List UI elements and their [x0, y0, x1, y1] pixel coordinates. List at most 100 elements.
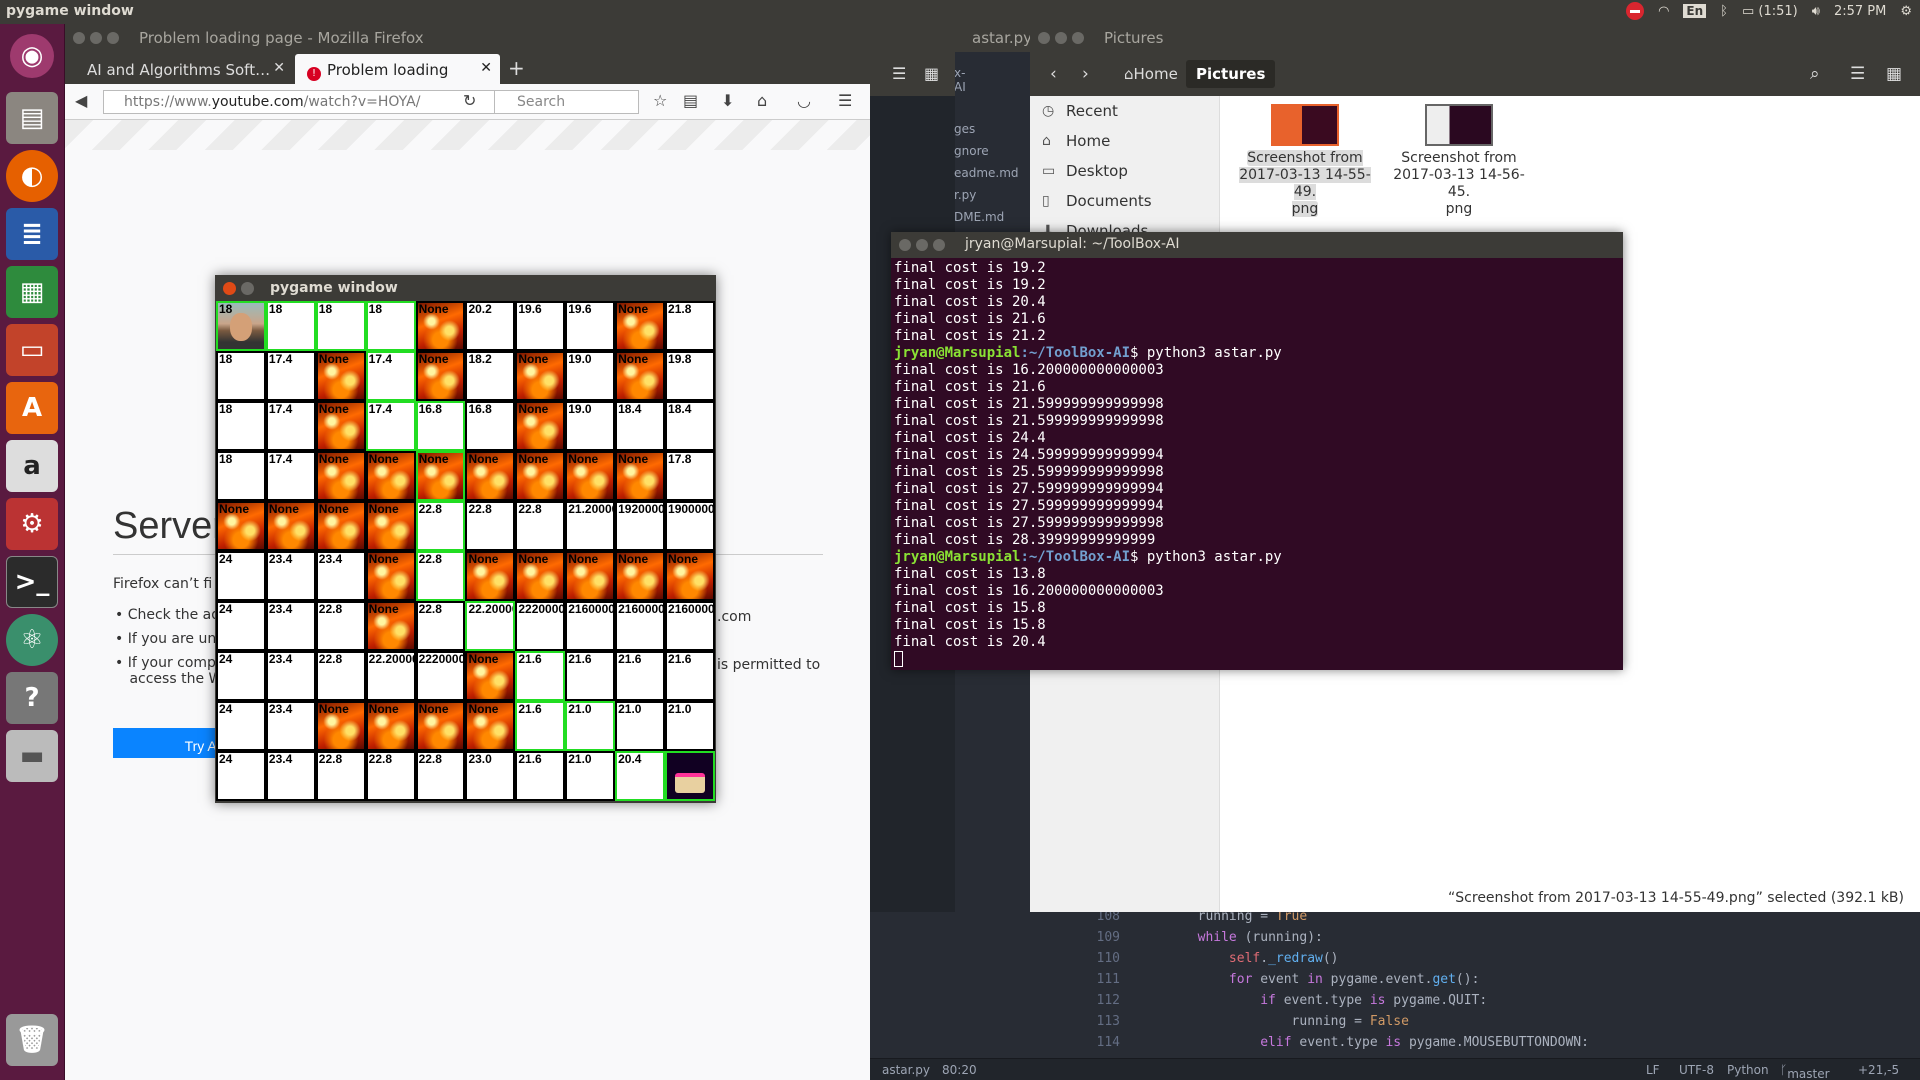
lava-cell[interactable]: None — [465, 551, 516, 601]
lava-cell[interactable]: None — [365, 601, 416, 651]
sidebar-item-home[interactable]: ⌂ Home — [1030, 126, 1219, 156]
grid-cell[interactable]: 17.4 — [365, 401, 416, 451]
grid-cell[interactable]: 21.6 — [615, 651, 666, 701]
tree-item[interactable]: ges — [954, 122, 975, 136]
status-diff[interactable]: +21,-5 — [1858, 1063, 1899, 1077]
lava-cell[interactable]: None — [265, 501, 316, 551]
lava-cell[interactable]: None — [465, 701, 516, 751]
grid-cell[interactable]: 21.0 — [565, 701, 616, 751]
lava-cell[interactable]: None — [615, 351, 666, 401]
grid-cell[interactable]: 23.4 — [265, 701, 316, 751]
url-bar[interactable]: https://www.youtube.com/watch?v=HOYA/ — [103, 90, 503, 114]
close-tab-icon[interactable]: ✕ — [273, 60, 285, 76]
grid-cell[interactable]: 20.4 — [615, 751, 666, 801]
maximize-button[interactable] — [107, 32, 119, 44]
minimize-button[interactable] — [1055, 32, 1067, 44]
grid-cell[interactable]: 22.2000000 — [365, 651, 416, 701]
grid-cell[interactable]: 19.6 — [565, 301, 616, 351]
downloads-icon[interactable]: ⬇ — [721, 91, 734, 110]
grid-cell[interactable]: 24 — [216, 651, 266, 701]
grid-cell[interactable]: 19.0 — [565, 351, 616, 401]
lava-cell[interactable]: None — [515, 451, 566, 501]
status-grammar[interactable]: Python — [1727, 1063, 1769, 1077]
lava-cell[interactable]: None — [615, 301, 666, 351]
grid-cell[interactable]: 17.8 — [665, 451, 715, 501]
grid-cell[interactable]: 2160000000 — [565, 601, 616, 651]
menu-icon[interactable]: ☰ — [838, 91, 852, 110]
forward-chevron-icon[interactable]: › — [1082, 64, 1089, 84]
lava-cell[interactable]: None — [565, 551, 616, 601]
home-icon[interactable]: ⌂ — [757, 91, 767, 110]
grid-cell[interactable]: 21.6 — [565, 651, 616, 701]
lava-cell[interactable]: None — [515, 551, 566, 601]
grid-cell[interactable]: 23.4 — [265, 651, 316, 701]
grid-cell[interactable]: 18 — [216, 401, 266, 451]
grid-cell[interactable]: 22.8 — [415, 601, 466, 651]
grid-cell[interactable]: 22.8 — [315, 601, 366, 651]
minimize-button[interactable] — [90, 32, 102, 44]
settings-gear-icon[interactable]: ⚙ — [1900, 4, 1912, 19]
grid-cell[interactable]: 23.0 — [465, 751, 516, 801]
grid-cell[interactable]: 18.4 — [665, 401, 715, 451]
lava-cell[interactable]: None — [565, 451, 616, 501]
grid-cell[interactable]: 21.8 — [665, 301, 715, 351]
drive-icon[interactable]: ▬ — [6, 730, 58, 782]
list-view-icon[interactable]: ☰ — [1850, 64, 1865, 84]
keyboard-layout-indicator[interactable]: En — [1683, 4, 1707, 18]
lava-cell[interactable]: None — [315, 451, 366, 501]
grid-cell[interactable]: 18 — [265, 301, 316, 351]
grid-view-icon[interactable]: ▦ — [924, 64, 939, 83]
grid-cell[interactable]: 23.4 — [265, 551, 316, 601]
grid-cell[interactable]: 19.6 — [515, 301, 566, 351]
grid-cell[interactable]: 21.6 — [515, 651, 566, 701]
grid-cell[interactable]: 24 — [216, 551, 266, 601]
tree-item[interactable]: DME.md — [954, 210, 1004, 224]
grid-cell[interactable]: 22.8 — [365, 751, 416, 801]
sidebar-item-documents[interactable]: ▯ Documents — [1030, 186, 1219, 216]
lava-cell[interactable]: None — [365, 551, 416, 601]
lava-cell[interactable]: None — [665, 551, 715, 601]
grid-cell[interactable]: 2160000000 — [615, 601, 666, 651]
back-chevron-icon[interactable]: ‹ — [1050, 64, 1057, 84]
lava-cell[interactable]: None — [216, 501, 266, 551]
status-encoding[interactable]: UTF-8 — [1679, 1063, 1714, 1077]
grid-cell[interactable]: 22.8 — [465, 501, 516, 551]
grid-cell[interactable]: 17.4 — [265, 351, 316, 401]
battery-indicator[interactable]: ▭ (1:51) — [1742, 4, 1798, 19]
breadcrumb-pictures[interactable]: Pictures — [1186, 60, 1276, 88]
lava-cell[interactable]: None — [315, 401, 366, 451]
lava-cell[interactable]: None — [415, 701, 466, 751]
grid-cell[interactable]: 20.2 — [465, 301, 516, 351]
grid-cell[interactable]: 2220000000 — [515, 601, 566, 651]
grid-cell[interactable]: 19.0 — [565, 401, 616, 451]
settings-icon[interactable]: ⚙ — [6, 498, 58, 550]
lava-cell[interactable]: None — [415, 451, 466, 501]
grid-cell[interactable]: 2220000000 — [415, 651, 466, 701]
clock[interactable]: 2:57 PM — [1834, 4, 1886, 19]
grid-view-icon[interactable]: ▦ — [1886, 64, 1902, 84]
grid-cell[interactable]: 23.4 — [315, 551, 366, 601]
file-item[interactable]: Screenshot from 2017-03-13 14-55-49. png — [1234, 104, 1376, 218]
lava-cell[interactable]: None — [315, 501, 366, 551]
grid-cell[interactable]: 17.4 — [265, 451, 316, 501]
tab-problem-loading[interactable]: !Problem loading page ✕ — [295, 54, 500, 99]
reading-list-icon[interactable]: ▤ — [683, 91, 698, 110]
grid-cell[interactable]: 16.8 — [415, 401, 466, 451]
lava-cell[interactable]: None — [365, 501, 416, 551]
grid-cell[interactable]: 18 — [216, 351, 266, 401]
lava-cell[interactable]: None — [465, 651, 516, 701]
grid-cell[interactable]: 21.0 — [615, 701, 666, 751]
calc-icon[interactable]: ▦ — [6, 266, 58, 318]
grid-cell[interactable]: 18.4 — [615, 401, 666, 451]
lava-cell[interactable]: None — [365, 701, 416, 751]
grid-cell[interactable]: 18 — [216, 451, 266, 501]
lava-cell[interactable]: None — [365, 451, 416, 501]
lava-cell[interactable]: None — [415, 301, 466, 351]
search-input[interactable]: Search — [494, 90, 639, 114]
bluetooth-icon[interactable]: ᛒ — [1720, 4, 1728, 19]
grid-cell[interactable]: 22.8 — [315, 751, 366, 801]
search-icon[interactable]: ⌕ — [1810, 64, 1820, 84]
grid-cell[interactable]: 23.4 — [265, 751, 316, 801]
close-button[interactable] — [899, 239, 911, 251]
list-view-icon[interactable]: ☰ — [892, 64, 906, 83]
